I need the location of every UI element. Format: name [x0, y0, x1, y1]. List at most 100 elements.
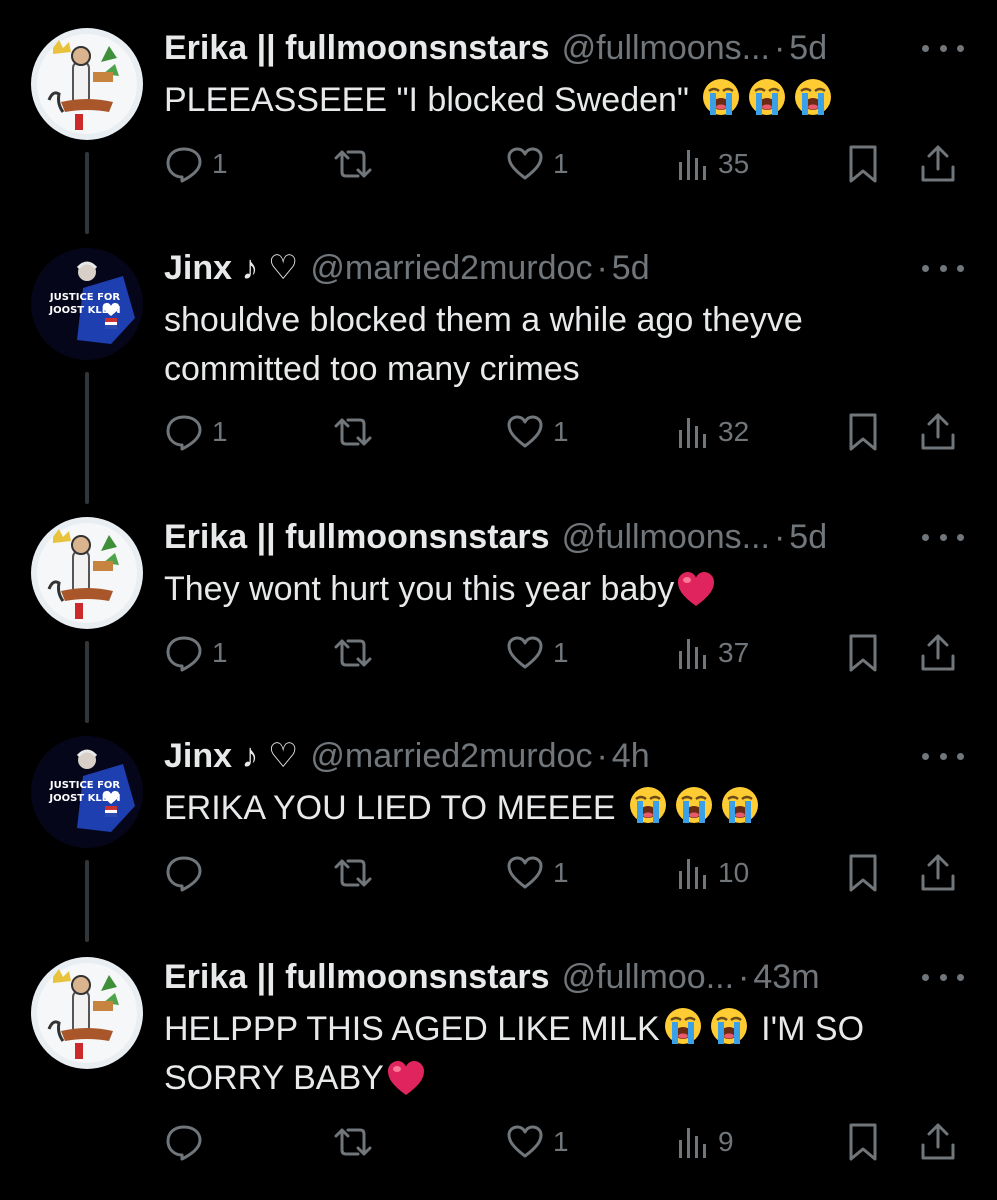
more-options-icon[interactable]	[922, 531, 964, 543]
display-name[interactable]: Jinx ♪ ♡	[164, 736, 298, 776]
like-button[interactable]: 1	[505, 631, 569, 675]
share-button[interactable]	[918, 410, 958, 454]
like-button[interactable]: 1	[505, 851, 569, 895]
views-button[interactable]: 10	[676, 851, 749, 895]
more-options-icon[interactable]	[922, 42, 964, 54]
loudly-crying-face-icon	[664, 1008, 701, 1044]
tweet-header: Jinx ♪ ♡ @married2murdoc · 4h	[164, 736, 650, 776]
like-count: 1	[553, 857, 569, 888]
loudly-crying-face-icon	[795, 79, 832, 115]
tweet-text-segment: shouldve blocked them a while ago theyve…	[164, 301, 803, 388]
timestamp[interactable]: 5d	[789, 517, 827, 557]
tweet-text-segment: HELPPP THIS AGED LIKE MILK	[164, 1010, 660, 1048]
more-options-icon[interactable]	[922, 971, 964, 983]
bookmark-button[interactable]	[847, 142, 879, 186]
more-options-icon[interactable]	[922, 750, 964, 762]
like-button[interactable]: 1	[505, 142, 569, 186]
tweet-header: Erika || fullmoonsnstars @fullmoons... ·…	[164, 28, 827, 68]
tweet-text: shouldve blocked them a while ago theyve…	[164, 296, 954, 394]
tweet-text: HELPPP THIS AGED LIKE MILK I'M SO SORRY …	[164, 1005, 954, 1103]
avatar[interactable]: JUSTICE FOR JOOST KLEIN	[31, 736, 143, 848]
like-count: 1	[553, 637, 569, 668]
avatar[interactable]: JUSTICE FOR JOOST KLEIN	[31, 248, 143, 360]
handle[interactable]: @fullmoons...	[562, 28, 770, 68]
loudly-crying-face-icon	[722, 787, 759, 823]
reply-count: 1	[212, 148, 228, 179]
jinx-avatar-image: JUSTICE FOR JOOST KLEIN	[31, 736, 143, 848]
display-name[interactable]: Jinx ♪ ♡	[164, 248, 298, 288]
repost-button[interactable]	[330, 851, 384, 895]
bookmark-button[interactable]	[847, 851, 879, 895]
tweet-text: They wont hurt you this year baby	[164, 565, 954, 614]
more-options-icon[interactable]	[922, 262, 964, 274]
handle[interactable]: @married2murdoc	[310, 736, 592, 776]
repost-icon	[334, 1128, 372, 1156]
reply-button[interactable]	[164, 1120, 212, 1164]
tweet-header: Erika || fullmoonsnstars @fullmoons... ·…	[164, 517, 827, 557]
avatar[interactable]	[31, 957, 143, 1069]
erika-avatar-image	[31, 957, 143, 1069]
avatar[interactable]	[31, 28, 143, 140]
reply-icon	[166, 415, 202, 451]
handle[interactable]: @married2murdoc	[310, 248, 592, 288]
views-button[interactable]: 32	[676, 410, 749, 454]
avatar-text: JOOST KLEIN	[48, 305, 120, 316]
repost-button[interactable]	[330, 1120, 384, 1164]
reply-icon	[166, 636, 202, 672]
repost-button[interactable]	[330, 142, 384, 186]
erika-avatar-image	[31, 517, 143, 629]
tweet-text-segment: ERIKA YOU LIED TO MEEEE	[164, 789, 626, 827]
timestamp[interactable]: 43m	[753, 957, 819, 997]
views-button[interactable]: 35	[676, 142, 749, 186]
share-icon	[921, 854, 955, 891]
display-name[interactable]: Erika || fullmoonsnstars	[164, 957, 550, 997]
tweet-text-segment: They wont hurt you this year baby	[164, 570, 675, 608]
share-button[interactable]	[918, 631, 958, 675]
display-name[interactable]: Erika || fullmoonsnstars	[164, 517, 550, 557]
bookmark-button[interactable]	[847, 410, 879, 454]
reply-thread: Erika || fullmoonsnstars @fullmoons... ·…	[0, 0, 997, 1200]
repost-button[interactable]	[330, 410, 384, 454]
reply-count: 1	[212, 416, 228, 447]
heart-icon	[507, 856, 543, 889]
reply-button[interactable]: 1	[164, 410, 228, 454]
like-button[interactable]: 1	[505, 1120, 569, 1164]
handle[interactable]: @fullmoons...	[562, 517, 770, 557]
timestamp[interactable]: 5d	[612, 248, 650, 288]
repost-button[interactable]	[330, 631, 384, 675]
timestamp[interactable]: 5d	[789, 28, 827, 68]
share-icon	[921, 145, 955, 182]
separator: ·	[596, 249, 608, 287]
handle[interactable]: @fullmoo...	[562, 957, 734, 997]
heart-icon	[507, 147, 543, 180]
reply-button[interactable]: 1	[164, 142, 228, 186]
reply-icon	[166, 1125, 202, 1161]
red-heart-icon	[678, 572, 715, 606]
bookmark-icon	[849, 1123, 877, 1161]
avatar-text: JUSTICE FOR	[49, 292, 121, 303]
share-button[interactable]	[918, 142, 958, 186]
separator: ·	[738, 958, 750, 996]
bookmark-icon	[849, 413, 877, 451]
erika-avatar-image	[31, 28, 143, 140]
like-button[interactable]: 1	[505, 410, 569, 454]
reply-button[interactable]	[164, 851, 212, 895]
share-button[interactable]	[918, 851, 958, 895]
bookmark-button[interactable]	[847, 1120, 879, 1164]
loudly-crying-face-icon	[676, 787, 713, 823]
separator: ·	[596, 737, 608, 775]
bookmark-button[interactable]	[847, 631, 879, 675]
like-count: 1	[553, 148, 569, 179]
reply-button[interactable]: 1	[164, 631, 228, 675]
like-count: 1	[553, 416, 569, 447]
share-button[interactable]	[918, 1120, 958, 1164]
tweet-actions: 1 10	[0, 851, 997, 895]
display-name[interactable]: Erika || fullmoonsnstars	[164, 28, 550, 68]
views-button[interactable]: 9	[676, 1120, 734, 1164]
views-button[interactable]: 37	[676, 631, 749, 675]
share-icon	[921, 1123, 955, 1160]
heart-icon	[507, 636, 543, 669]
avatar[interactable]	[31, 517, 143, 629]
timestamp[interactable]: 4h	[612, 736, 650, 776]
repost-icon	[334, 859, 372, 887]
